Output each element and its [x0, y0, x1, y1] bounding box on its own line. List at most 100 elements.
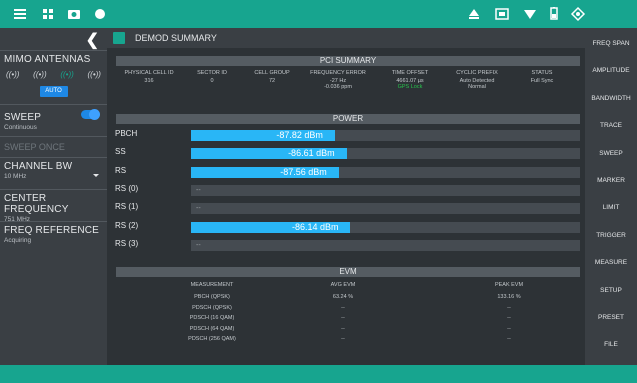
app-logo-icon [113, 32, 125, 44]
freq-reference-field[interactable]: FREQ REFERENCE Acquiring [0, 221, 107, 253]
pci-value: 0 [210, 78, 214, 84]
menu-amplitude-button[interactable]: AMPLITUDE [585, 67, 637, 74]
menu-marker-button[interactable]: MARKER [585, 177, 637, 184]
pci-sector-id: SECTOR ID 0 [187, 70, 237, 84]
mimo-antennas-section: MIMO ANTENNAS ((•)) ((•)) ((•)) ((•)) AU… [0, 50, 107, 104]
channel-bw-dropdown[interactable]: CHANNEL BW 10 MHz [0, 157, 107, 189]
menu-trace-button[interactable]: TRACE [585, 122, 637, 129]
menu-preset-button[interactable]: PRESET [585, 314, 637, 321]
menu-trigger-button[interactable]: TRIGGER [585, 232, 637, 239]
pci-label: CELL GROUP [254, 70, 290, 76]
sweep-once-button[interactable]: SWEEP ONCE [0, 136, 107, 157]
power-value: -- [196, 241, 201, 249]
evm-measurement: PDSCH (256 QAM) [188, 336, 236, 343]
center-frequency-title: CENTER FREQUENCY [4, 193, 69, 215]
menu-sweep-button[interactable]: SWEEP [585, 150, 637, 157]
screen-icon[interactable] [494, 6, 510, 22]
pci-physical-cell-id: PHYSICAL CELL ID 316 [119, 70, 179, 84]
power-row-label: RS (2) [115, 220, 139, 230]
evm-measurement: PDSCH (QPSK) [192, 304, 232, 311]
power-value: -86.14 dBm [291, 221, 339, 232]
evm-avg: 63.24 % [332, 294, 354, 300]
left-settings-panel: ❮ MIMO ANTENNAS ((•)) ((•)) ((•)) ((•)) … [0, 28, 107, 365]
power-bar-track: -- [191, 239, 580, 251]
menu-limit-button[interactable]: LIMIT [585, 204, 637, 211]
pci-value: Full Sync [530, 78, 554, 84]
power-bar-track: -87.82 dBm [191, 130, 580, 141]
power-bar-track: -- [191, 203, 580, 215]
menu-icon[interactable] [12, 6, 28, 22]
evm-header: EVM [116, 267, 580, 277]
menu-freq-span-button[interactable]: FREQ SPAN [585, 40, 637, 47]
pci-cell-group: CELL GROUP 72 [247, 70, 297, 84]
center-frequency-field[interactable]: CENTER FREQUENCY 751 MHz [0, 189, 107, 223]
wifi-icon [522, 6, 538, 22]
antenna-4-icon[interactable]: ((•)) [88, 70, 101, 79]
pci-value: 72 [268, 78, 276, 84]
power-value: -86.61 dBm [288, 148, 335, 159]
top-status-bar [0, 0, 637, 28]
evm-col-avg: AVG EVM [330, 282, 356, 288]
pci-label: FREQUENCY ERROR [310, 70, 366, 76]
panel-title-bar: DEMOD SUMMARY [107, 28, 585, 48]
antenna-3-icon[interactable]: ((•)) [60, 70, 73, 79]
evm-col-peak: PEAK EVM [494, 282, 524, 288]
evm-measurement: PBCH (QPSK) [194, 294, 230, 300]
pci-label: PHYSICAL CELL ID [124, 70, 174, 76]
power-row-label: SS [115, 147, 126, 157]
power-bar-track: -- [191, 184, 580, 196]
upload-icon[interactable] [466, 6, 482, 22]
antenna-2-icon[interactable]: ((•)) [33, 70, 46, 79]
freq-reference-title: FREQ REFERENCE [4, 225, 100, 236]
menu-bandwidth-button[interactable]: BANDWIDTH [585, 95, 637, 102]
pci-value-2: -0.036 ppm [324, 84, 352, 90]
antenna-row: ((•)) ((•)) ((•)) ((•)) [4, 65, 103, 83]
power-row-label: RS (3) [115, 238, 139, 248]
power-value: -87.82 dBm [276, 130, 323, 140]
pci-frequency-error: FREQUENCY ERROR -27 Hz -0.036 ppm [305, 70, 371, 90]
sweep-mode: Continuous [4, 124, 37, 131]
gps-lock-status: GPS Lock [397, 84, 423, 90]
channel-bw-title: CHANNEL BW [4, 161, 73, 172]
evm-peak: -- [507, 304, 511, 311]
camera-icon[interactable] [66, 6, 82, 22]
menu-measure-button[interactable]: MEASURE [585, 259, 637, 266]
page-title: DEMOD SUMMARY [135, 33, 217, 43]
power-row-label: PBCH [115, 129, 138, 138]
evm-measurement: PDSCH (64 QAM) [189, 325, 235, 332]
evm-avg: -- [341, 336, 345, 343]
sweep-section[interactable]: SWEEP Continuous [0, 104, 107, 136]
auto-button[interactable]: AUTO [39, 86, 68, 97]
sweep-toggle[interactable] [81, 109, 100, 120]
evm-peak: -- [507, 315, 511, 322]
power-row-label: RS (0) [115, 183, 139, 193]
freq-reference-value: Acquiring [4, 237, 32, 244]
power-value: -- [196, 186, 201, 194]
channel-bw-value: 10 MHz [4, 173, 27, 180]
power-value: -- [196, 205, 201, 213]
power-header: POWER [116, 114, 580, 124]
menu-file-button[interactable]: FILE [585, 341, 637, 348]
evm-peak: 133.16 % [497, 294, 521, 300]
power-bar-track: -86.14 dBm [191, 221, 580, 233]
grid-icon[interactable] [40, 6, 56, 22]
status-dot-icon [92, 6, 108, 22]
power-bar-track: -86.61 dBm [191, 148, 580, 160]
power-row-label: RS (1) [115, 202, 139, 212]
menu-setup-button[interactable]: SETUP [585, 287, 637, 294]
pci-label: CYCLIC PREFIX [456, 70, 498, 76]
back-chevron-icon[interactable]: ❮ [86, 30, 99, 50]
pci-value-2: Normal [468, 84, 486, 90]
back-row: ❮ [0, 28, 107, 50]
antenna-1-icon[interactable]: ((•)) [6, 70, 19, 79]
evm-avg: -- [341, 315, 345, 322]
right-menu: FREQ SPAN AMPLITUDE BANDWIDTH TRACE SWEEP MAR… [585, 28, 637, 365]
power-value: -87.56 dBm [280, 166, 327, 177]
demod-summary-panel: DEMOD SUMMARY PCI SUMMARY PHYSICAL CELL … [107, 28, 585, 365]
evm-peak: -- [507, 336, 511, 343]
evm-avg: -- [341, 325, 345, 332]
pci-cyclic-prefix: CYCLIC PREFIX Auto Detected Normal [447, 70, 507, 90]
evm-col-measurement: MEASUREMENT [190, 282, 234, 288]
evm-measurement: PDSCH (16 QAM) [189, 315, 235, 322]
evm-avg: -- [341, 304, 345, 311]
